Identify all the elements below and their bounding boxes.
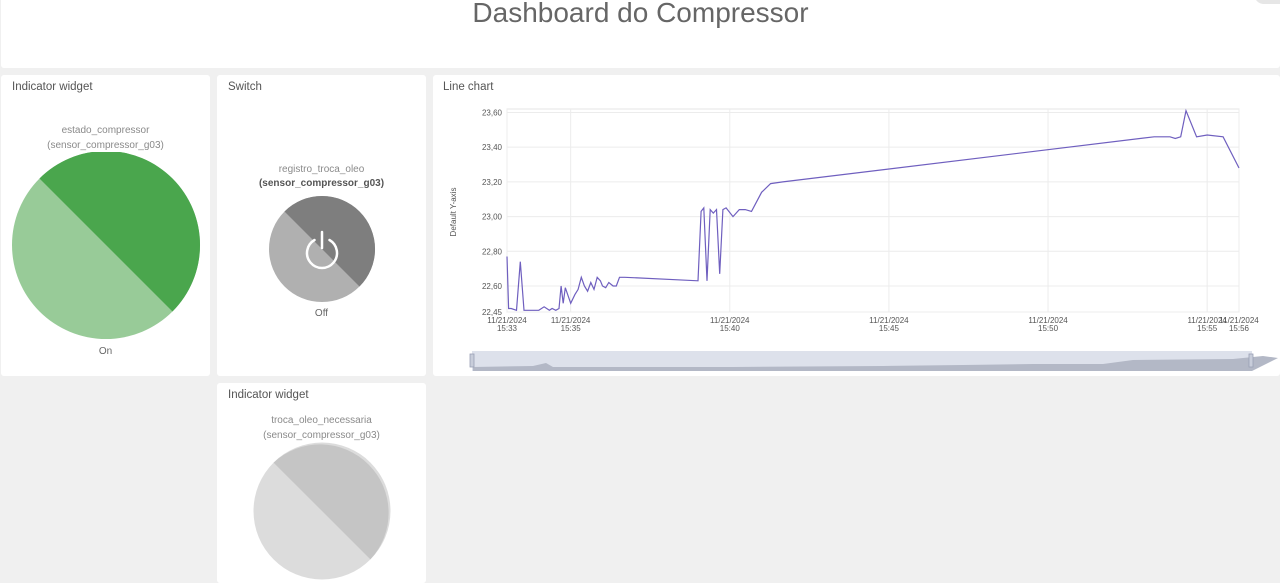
y-tick-label: 23,60	[482, 108, 503, 117]
indicator-widget-troca-oleo: Indicator widget troca_oleo_necessaria (…	[217, 383, 426, 583]
y-tick-label: 23,40	[482, 143, 503, 152]
switch-state-label: Off	[314, 308, 329, 319]
line-chart: 22,4522,6022,8023,0023,2023,4023,60 11/2…	[449, 108, 1278, 371]
variable-name: estado_compressor	[61, 125, 150, 136]
x-tick-label: 11/21/2024 15:56	[1219, 316, 1259, 333]
page-title: Dashboard do Compressor	[472, 0, 809, 28]
navigator-left-handle[interactable]	[469, 353, 475, 368]
widget-title: Indicator widget	[12, 81, 93, 93]
device-name: (sensor_compressor_g03)	[47, 140, 164, 151]
chart-navigator[interactable]	[469, 351, 1278, 371]
y-tick-label: 22,80	[482, 247, 503, 256]
x-tick-label: 11/21/2024 15:40	[710, 316, 750, 333]
dashboard-header: Dashboard do Compressor	[1, 0, 1280, 68]
x-tick-label: 11/21/2024 15:50	[1028, 316, 1068, 333]
variable-name: registro_troca_oleo	[278, 164, 365, 175]
x-axis-ticks: 11/21/2024 15:33 11/21/2024 15:35 11/21/2024…	[487, 316, 1259, 333]
y-axis-label: Default Y-axis	[449, 188, 458, 237]
y-axis-ticks: 22,4522,6022,8023,0023,2023,4023,60	[482, 108, 503, 317]
variable-name: troca_oleo_necessaria	[271, 415, 372, 426]
series-line	[506, 108, 1240, 312]
indicator-status-circle	[253, 442, 391, 580]
y-tick-label: 22,60	[482, 282, 503, 291]
indicator-state-label: On	[98, 346, 113, 357]
x-tick-label: 11/21/2024 15:33	[487, 316, 527, 333]
switch-widget: Switch registro_troca_oleo (sensor_compr…	[217, 75, 426, 376]
indicator-widget-estado: Indicator widget estado_compressor (sens…	[1, 75, 210, 376]
indicator-status-circle	[12, 152, 201, 339]
switch-toggle[interactable]	[268, 195, 376, 303]
y-tick-label: 23,20	[482, 178, 503, 187]
y-tick-label: 23,00	[482, 213, 503, 222]
line-chart-widget: Line chart 22,45 22,60 22,80 23,00 23,20 23,4…	[433, 75, 1280, 376]
navigator-right-handle[interactable]	[1248, 353, 1254, 368]
device-name: (sensor_compressor_g03)	[258, 178, 385, 189]
x-tick-label: 11/21/2024 15:35	[551, 316, 591, 333]
widget-title: Switch	[228, 81, 262, 93]
x-tick-label: 11/21/2024 15:45	[869, 316, 909, 333]
widget-title: Indicator widget	[228, 389, 309, 401]
